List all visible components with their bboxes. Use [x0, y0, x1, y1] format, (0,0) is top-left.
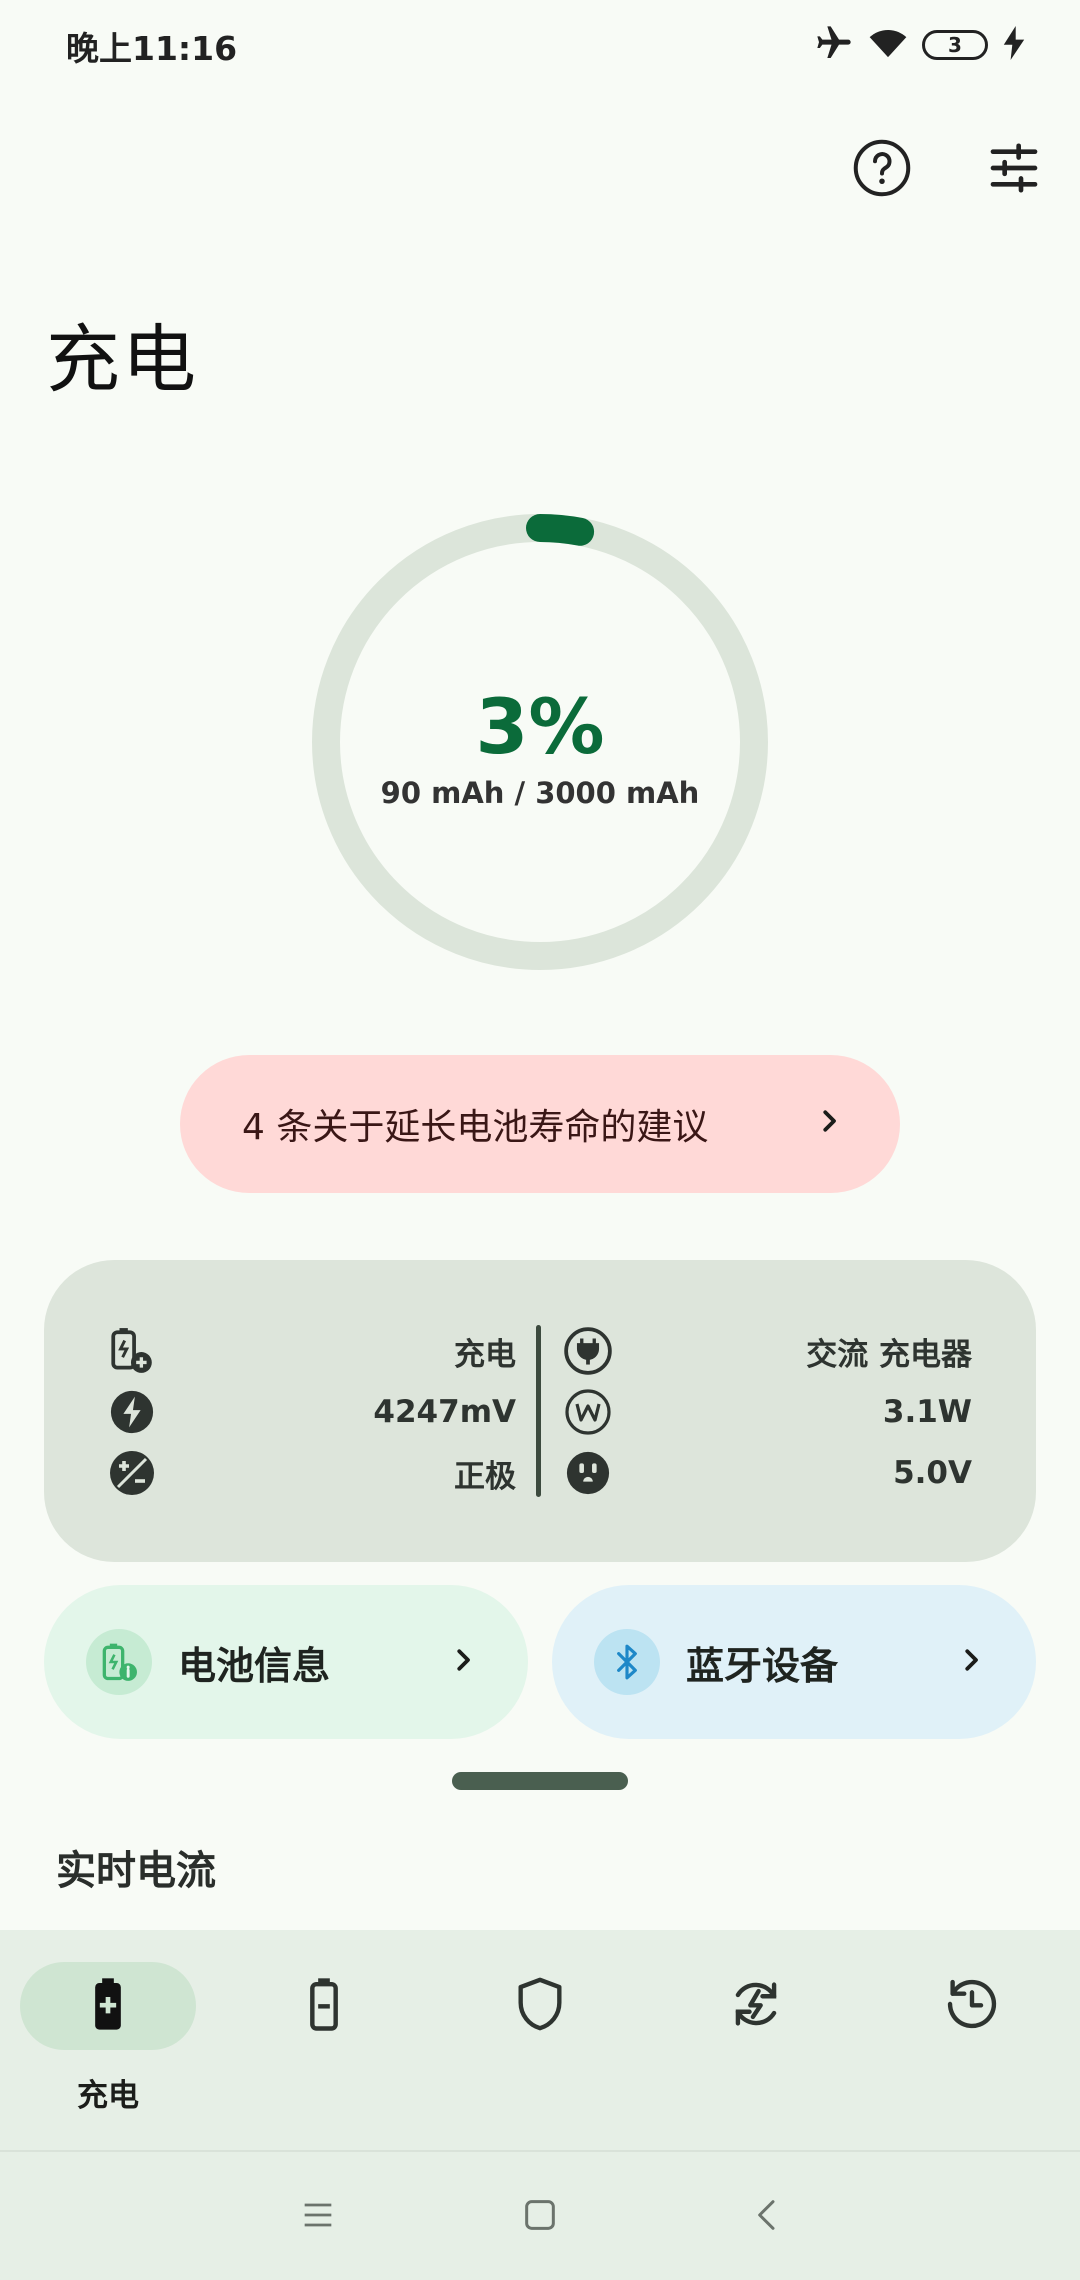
- battery-info-icon: [86, 1629, 152, 1695]
- battery-icon: [296, 1976, 352, 2036]
- battery-info-label: 电池信息: [178, 1643, 331, 1688]
- info-divider: [536, 1325, 541, 1497]
- chevron-right-icon: [448, 1645, 478, 1679]
- nav-item-history[interactable]: [884, 1962, 1060, 2142]
- airplane-icon: [814, 23, 854, 67]
- nav-item-protection[interactable]: [452, 1962, 628, 2142]
- wifi-icon: [868, 23, 908, 67]
- outlet-icon: [562, 1447, 614, 1499]
- info-row-voltage: 4247mV: [106, 1389, 516, 1435]
- nav-pill: [236, 1962, 412, 2050]
- tune-icon: [986, 140, 1042, 200]
- info-row-source: 交流 充电器: [562, 1325, 972, 1377]
- section-title-live-current: 实时电流: [56, 1848, 216, 1894]
- bluetooth-devices-button[interactable]: 蓝牙设备: [552, 1585, 1036, 1739]
- battery-plus-icon: [106, 1325, 158, 1377]
- bluetooth-devices-label: 蓝牙设备: [686, 1643, 839, 1688]
- drag-handle[interactable]: [452, 1772, 628, 1790]
- charge-percent: 3%: [475, 682, 605, 771]
- status-icons: 3: [814, 22, 1026, 68]
- menu-icon: [298, 2195, 338, 2239]
- nav-label-charging: 充电: [77, 2078, 139, 2114]
- battery-icon: 3: [922, 30, 988, 60]
- recents-button[interactable]: [286, 2185, 350, 2249]
- nav-item-battery[interactable]: [236, 1962, 412, 2142]
- shield-icon: [511, 1975, 569, 2037]
- info-value-status: 充电: [454, 1336, 516, 1373]
- info-value-source: 交流 充电器: [806, 1336, 972, 1373]
- home-icon: [520, 2195, 560, 2239]
- status-time: 晚上11:16: [66, 29, 238, 68]
- info-row-polarity: 正极: [106, 1450, 516, 1496]
- nav-pill: [884, 1962, 1060, 2050]
- home-button[interactable]: [508, 2185, 572, 2249]
- back-icon: [748, 2195, 788, 2239]
- bolt-circle-icon: [106, 1386, 158, 1438]
- nav-item-cycles[interactable]: [668, 1962, 844, 2142]
- nav-pill: [452, 1962, 628, 2050]
- chevron-right-icon: [956, 1645, 986, 1679]
- battery-charging-icon: [80, 1976, 136, 2036]
- info-value-voltage: 4247mV: [373, 1394, 516, 1430]
- tips-label: 4 条关于延长电池寿命的建议: [242, 1107, 709, 1148]
- chevron-right-icon: [814, 1104, 844, 1145]
- info-value-charger-voltage: 5.0V: [893, 1455, 972, 1491]
- help-button[interactable]: [842, 130, 922, 210]
- history-icon: [941, 1973, 1003, 2039]
- page-title: 充电: [46, 317, 198, 403]
- settings-button[interactable]: [974, 130, 1054, 210]
- info-row-power: 3.1W: [562, 1389, 972, 1435]
- battery-tips-button[interactable]: 4 条关于延长电池寿命的建议: [180, 1055, 900, 1193]
- nav-item-charging[interactable]: 充电: [20, 1962, 196, 2142]
- nav-pill: [20, 1962, 196, 2050]
- plus-minus-icon: [106, 1447, 158, 1499]
- sync-bolt-icon: [725, 1973, 787, 2039]
- bluetooth-icon: [594, 1629, 660, 1695]
- help-icon: [852, 138, 912, 202]
- info-value-polarity: 正极: [454, 1458, 516, 1495]
- battery-info-button[interactable]: 电池信息: [44, 1585, 528, 1739]
- charge-capacity: 90 mAh / 3000 mAh: [380, 776, 700, 810]
- back-button[interactable]: [736, 2185, 800, 2249]
- nav-pill: [668, 1962, 844, 2050]
- watt-icon: [562, 1386, 614, 1438]
- plug-icon: [562, 1325, 614, 1377]
- info-row-status: 充电: [106, 1328, 516, 1374]
- charging-bolt-icon: [1002, 26, 1026, 64]
- info-value-power: 3.1W: [882, 1394, 972, 1430]
- info-row-charger-voltage: 5.0V: [562, 1450, 972, 1496]
